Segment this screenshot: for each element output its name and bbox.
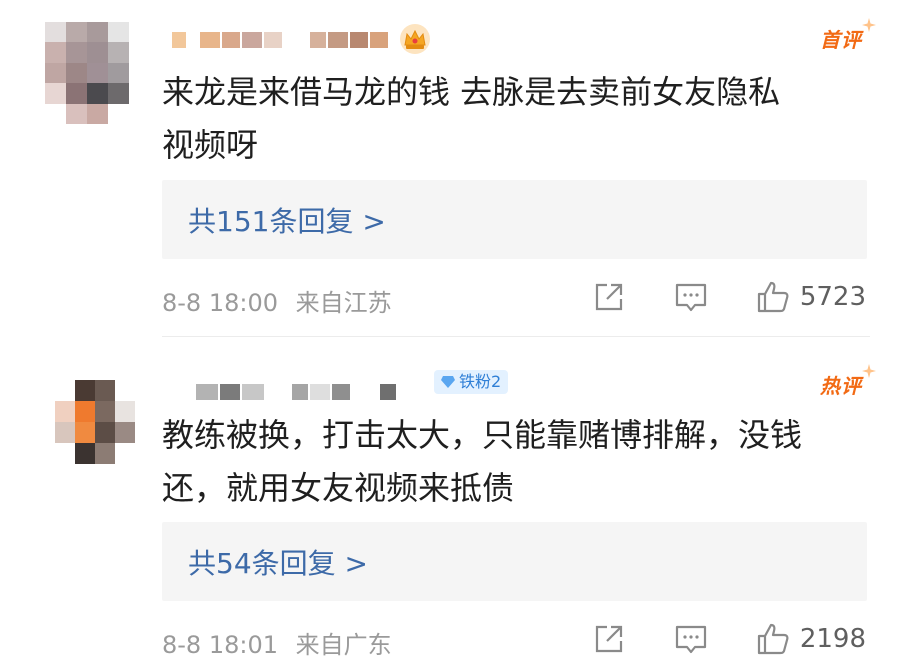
thumbs-up-icon[interactable] (756, 280, 790, 314)
like-count: 2198 (799, 624, 866, 654)
comment-location: 来自江苏 (295, 289, 392, 317)
comment-item: 首评 来龙是来借马龙的钱 去脉是去卖前女友隐私 视频呀 共151条回复 > 8-… (0, 0, 900, 336)
comment-icon[interactable] (674, 622, 708, 656)
comment-icon[interactable] (674, 280, 708, 314)
comment-location: 来自广东 (295, 631, 392, 659)
tag-label: 热评 (820, 374, 862, 398)
comment-actions: 2198 (592, 622, 866, 656)
comment-time: 8-8 18:01 (162, 631, 278, 659)
hot-comment-tag: 热评 (820, 364, 876, 399)
like-count: 5723 (799, 282, 866, 312)
comment-item: 铁粉2 热评 教练被换，打击太大，只能靠赌博排解，没钱 还，就用女友视频来抵债 … (0, 338, 900, 671)
crown-badge-icon (400, 24, 430, 54)
comment-text: 来龙是来借马龙的钱 去脉是去卖前女友隐私 视频呀 (162, 73, 781, 164)
sparkle-icon (862, 364, 876, 378)
replies-label: 共151条回复 > (188, 204, 386, 238)
diamond-icon (441, 376, 455, 388)
replies-label: 共54条回复 > (188, 546, 368, 580)
avatar[interactable] (55, 380, 135, 464)
share-icon[interactable] (592, 280, 626, 314)
fan-level-badge[interactable]: 铁粉2 (434, 370, 509, 394)
sparkle-icon (862, 18, 876, 32)
comment-actions: 5723 (592, 280, 866, 314)
avatar[interactable] (45, 22, 129, 124)
username-pixelated[interactable] (172, 32, 390, 48)
tag-label: 首评 (820, 28, 862, 52)
share-icon[interactable] (592, 622, 626, 656)
comment-meta: 8-8 18:01 来自广东 (162, 625, 392, 660)
thumbs-up-icon[interactable] (756, 622, 790, 656)
first-comment-tag: 首评 (820, 18, 876, 53)
replies-link[interactable]: 共54条回复 > (162, 522, 867, 601)
fan-badge-label: 铁粉2 (459, 372, 502, 391)
comment-meta: 8-8 18:00 来自江苏 (162, 283, 392, 318)
divider (162, 336, 870, 337)
comment-text: 教练被换，打击太大，只能靠赌博排解，没钱 还，就用女友视频来抵债 (162, 416, 803, 507)
replies-link[interactable]: 共151条回复 > (162, 180, 867, 259)
comment-time: 8-8 18:00 (162, 289, 278, 317)
username-pixelated[interactable] (196, 384, 398, 400)
